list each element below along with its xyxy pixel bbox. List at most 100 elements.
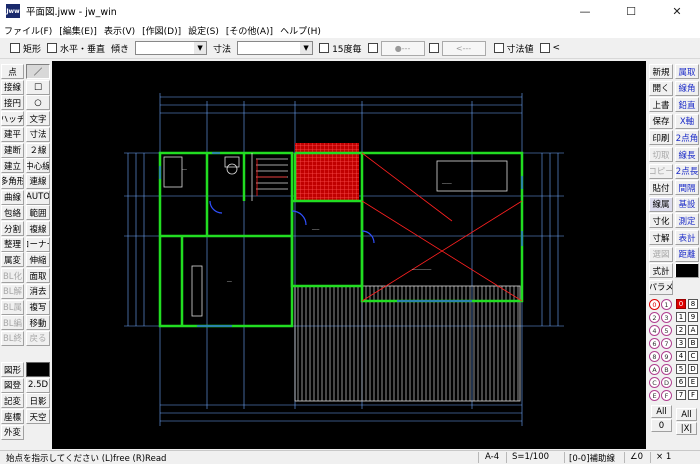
tool-button[interactable]: パラメ: [649, 279, 673, 295]
tool-button[interactable]: 基設: [675, 196, 699, 212]
all-layers-button[interactable]: All: [676, 408, 697, 421]
tool-button[interactable]: 図形: [1, 362, 24, 377]
tool-button[interactable]: ハッチ: [1, 111, 24, 127]
tool-button[interactable]: 2点長: [675, 163, 699, 179]
tool-button[interactable]: コーナー: [26, 236, 50, 252]
layer-button[interactable]: 6: [676, 377, 686, 387]
tool-button[interactable]: 線角: [675, 80, 699, 96]
tool-button[interactable]: 式計: [649, 263, 673, 279]
tool-button[interactable]: 上書: [649, 97, 673, 113]
tool-button[interactable]: 整理: [1, 236, 24, 252]
tool-button[interactable]: 属変: [1, 252, 24, 268]
layer-button[interactable]: C: [688, 351, 698, 361]
tool-button[interactable]: 接線: [1, 79, 24, 95]
maximize-button[interactable]: ☐: [608, 0, 654, 22]
line-width-swatch[interactable]: [675, 263, 699, 278]
layer-group-button[interactable]: F: [661, 390, 672, 401]
layer-group-button[interactable]: D: [661, 377, 672, 388]
dim-value-checkbox[interactable]: [493, 43, 504, 53]
status-scale[interactable]: S=1/100: [512, 452, 549, 462]
lt-checkbox[interactable]: [539, 43, 550, 53]
layer-group-button[interactable]: C: [649, 377, 660, 388]
tool-button[interactable]: 分割: [1, 221, 24, 236]
layer-group-button[interactable]: 7: [661, 338, 672, 349]
tool-button[interactable]: 複写: [26, 299, 50, 315]
tool-button[interactable]: ／: [26, 64, 50, 79]
drawing-canvas[interactable]: ── ──── ── ──────── ───: [52, 61, 646, 449]
layer-button[interactable]: D: [688, 364, 698, 374]
tool-button[interactable]: AUTO: [26, 189, 50, 205]
horiz-vert-checkbox[interactable]: [47, 43, 58, 53]
all-layer-groups-button[interactable]: All: [651, 405, 672, 418]
tool-button[interactable]: 表計: [675, 230, 699, 245]
tool-button[interactable]: 多角形: [1, 173, 24, 189]
dim-select[interactable]: ▼: [237, 41, 314, 55]
tool-button[interactable]: 寸法: [26, 126, 50, 142]
tool-button[interactable]: BL化: [1, 268, 24, 284]
layer-button[interactable]: 8: [688, 299, 698, 309]
tool-button[interactable]: 複線: [26, 221, 50, 236]
layer-group-button[interactable]: 2: [649, 312, 660, 323]
layer-toggle-button[interactable]: |X|: [676, 422, 697, 435]
tool-button[interactable]: 鉛直: [675, 97, 699, 113]
layer-group-button[interactable]: 8: [649, 351, 660, 362]
circle-checkbox[interactable]: [367, 43, 378, 53]
layer-button[interactable]: 4: [676, 351, 686, 361]
layer-group-button[interactable]: 0: [649, 299, 660, 310]
tool-button[interactable]: 記変: [1, 393, 24, 409]
tool-button[interactable]: 印刷: [649, 130, 673, 146]
tool-button[interactable]: X軸: [675, 113, 699, 129]
layer-group-value[interactable]: 0: [651, 419, 672, 432]
layer-group-button[interactable]: 4: [649, 325, 660, 336]
tool-button[interactable]: 文字: [26, 111, 50, 127]
tool-button[interactable]: コピー: [649, 163, 673, 179]
tool-button[interactable]: □: [26, 79, 50, 95]
tool-button[interactable]: 測定: [675, 213, 699, 229]
tool-button[interactable]: 建断: [1, 142, 24, 158]
tool-button[interactable]: 2点角: [675, 130, 699, 146]
tool-button[interactable]: 消去: [26, 283, 50, 299]
tool-button[interactable]: 距離: [675, 246, 699, 262]
tool-button[interactable]: BL解: [1, 283, 24, 299]
tool-button[interactable]: 外変: [1, 424, 24, 440]
tool-button[interactable]: ○: [26, 95, 50, 111]
tool-button[interactable]: 連線: [26, 173, 50, 189]
minimize-button[interactable]: —: [562, 0, 608, 22]
tool-button[interactable]: BL編: [1, 315, 24, 331]
tool-button[interactable]: 切取: [649, 147, 673, 162]
menu-item[interactable]: 表示(V): [104, 24, 135, 37]
tool-button[interactable]: 中心線: [26, 158, 50, 174]
tool-button[interactable]: 範囲: [26, 205, 50, 221]
layer-group-button[interactable]: 1: [661, 299, 672, 310]
layer-button[interactable]: 3: [676, 338, 686, 348]
layer-group-button[interactable]: 9: [661, 351, 672, 362]
tool-button[interactable]: 座標: [1, 409, 24, 425]
layer-button[interactable]: 0: [676, 299, 686, 309]
tool-button[interactable]: 接円: [1, 95, 24, 111]
menu-item[interactable]: 設定(S): [188, 24, 219, 37]
layer-group-button[interactable]: A: [649, 364, 660, 375]
layer-button[interactable]: 5: [676, 364, 686, 374]
tool-button[interactable]: 線長: [675, 147, 699, 162]
status-layer[interactable]: [0-0]補助線: [569, 452, 615, 464]
layer-group-button[interactable]: B: [661, 364, 672, 375]
layer-button[interactable]: A: [688, 325, 698, 335]
tool-button[interactable]: 寸化: [649, 213, 673, 229]
tool-button[interactable]: 選図: [649, 246, 673, 262]
layer-button[interactable]: 1: [676, 312, 686, 322]
menu-item[interactable]: [その他(A)]: [226, 24, 273, 37]
tool-button[interactable]: 図登: [1, 377, 24, 393]
tool-button[interactable]: 開く: [649, 80, 673, 96]
tool-button[interactable]: 線属: [649, 196, 673, 212]
line-style-button[interactable]: [26, 362, 50, 377]
arrow-checkbox[interactable]: [428, 43, 439, 53]
status-angle[interactable]: ∠0: [630, 452, 643, 462]
tool-button[interactable]: 戻る: [26, 330, 50, 346]
layer-button[interactable]: E: [688, 377, 698, 387]
deg15-checkbox[interactable]: [319, 43, 330, 53]
layer-group-button[interactable]: 6: [649, 338, 660, 349]
tool-button[interactable]: 建平: [1, 126, 24, 142]
layer-group-button[interactable]: 3: [661, 312, 672, 323]
tool-button[interactable]: 包絡: [1, 205, 24, 221]
arrow-button[interactable]: <---: [441, 40, 486, 56]
